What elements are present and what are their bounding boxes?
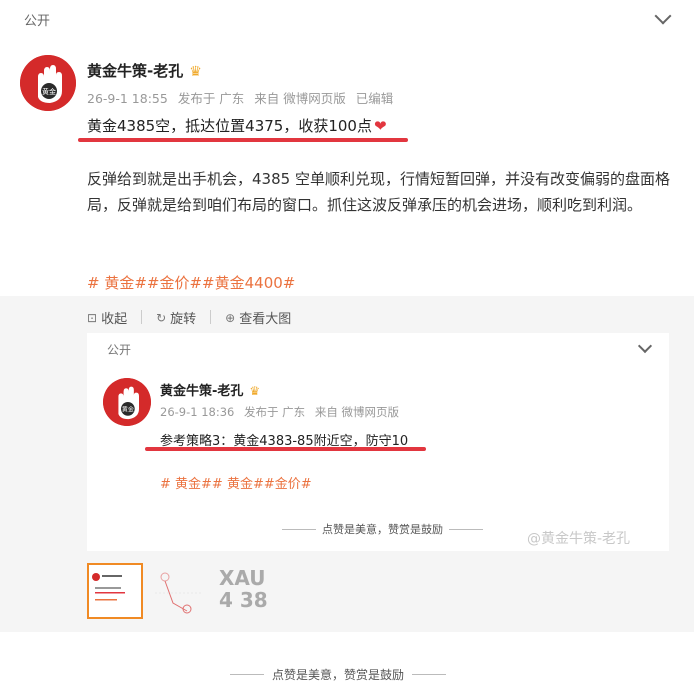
repost-tags: # 黄金## 黄金##金价#: [160, 477, 312, 492]
repost-avatar: 黄金: [103, 378, 151, 426]
collapse-icon: ⊡: [87, 310, 98, 325]
repost-timestamp: 26-9-1 18:36: [160, 405, 235, 419]
rotate-icon: ↻: [156, 310, 167, 325]
repost-author-text[interactable]: 黄金牛策-老孔: [160, 384, 243, 399]
post-tags[interactable]: # 黄金##金价##黄金4400#: [87, 272, 295, 293]
repost-like-text: 点赞是美意，赞赏是鼓励: [322, 523, 443, 536]
location: 发布于 广东: [177, 91, 245, 106]
collapse-label: 收起: [101, 312, 128, 327]
post-header-bar: 公开: [0, 0, 694, 38]
avatar-text: 黄金: [42, 87, 56, 96]
repost-like-line: 点赞是美意，赞赏是鼓励: [282, 521, 483, 537]
divider: [230, 674, 264, 675]
collapse-button[interactable]: ⊡ 收起: [87, 308, 128, 328]
divider: [210, 310, 212, 324]
watermark: @黄金牛策-老孔: [527, 531, 631, 547]
divider: [141, 310, 143, 324]
timestamp[interactable]: 26-9-1 18:55: [87, 91, 168, 106]
headline-text: 黄金4385空，抵达位置4375，收获100点: [87, 117, 372, 135]
crown-icon: ♛: [249, 384, 261, 398]
crown-icon: ♛: [189, 64, 202, 80]
source: 来自 微博网页版: [254, 91, 346, 106]
chevron-down-icon[interactable]: [637, 338, 653, 354]
repost-author[interactable]: 黄金牛策-老孔 ♛: [160, 380, 260, 399]
red-underline: [145, 447, 426, 451]
media-actions: ⊡ 收起 ↻ 旋转 ⊕ 查看大图: [87, 308, 291, 327]
thumb-chart[interactable]: [151, 563, 207, 619]
author-name[interactable]: 黄金牛策-老孔 ♛: [87, 60, 202, 81]
divider: [412, 674, 447, 675]
zoom-icon: ⊕: [225, 310, 236, 325]
divider: [282, 528, 316, 530]
rotate-label: 旋转: [170, 312, 197, 327]
view-large-button[interactable]: ⊕ 查看大图: [225, 308, 292, 328]
thumbnail-strip: XAU 4 38: [87, 563, 271, 619]
footer-like-text: 点赞是美意，赞赏是鼓励: [272, 668, 405, 682]
rotate-button[interactable]: ↻ 旋转: [156, 308, 197, 328]
edited-label: 已编辑: [355, 91, 394, 106]
repost-location: 发布于 广东: [244, 405, 306, 419]
footer-like-line: 点赞是美意，赞赏是鼓励: [230, 666, 447, 683]
thumb-xau[interactable]: XAU 4 38: [215, 563, 271, 619]
repost-visibility: 公开: [107, 343, 132, 357]
red-underline: [78, 138, 408, 142]
post-meta: 26-9-1 18:55 发布于 广东 来自 微博网页版 已编辑: [87, 88, 399, 107]
thumb-repost-card[interactable]: [87, 563, 143, 619]
post-headline: 黄金4385空，抵达位置4375，收获100点 ❤: [87, 115, 387, 136]
post-body: 反弹给到就是出手机会，4385 空单顺利兑现，行情短暂回弹，并没有改变偏弱的盘面…: [87, 170, 670, 214]
repost-card[interactable]: 公开 黄金牛策-老孔 ♛ 26-9-1 18:36 发布于 广东 来自 微博网页版…: [87, 333, 669, 551]
heart-icon: ❤: [373, 117, 387, 135]
author-name-text[interactable]: 黄金牛策-老孔: [87, 62, 183, 80]
visibility-label: 公开: [24, 14, 51, 29]
divider: [449, 528, 483, 530]
view-large-label: 查看大图: [239, 312, 292, 327]
repost-meta: 26-9-1 18:36 发布于 广东 来自 微博网页版: [160, 404, 405, 420]
repost-source: 来自 微博网页版: [314, 405, 399, 419]
avatar[interactable]: 黄金: [20, 55, 76, 111]
avatar-text: 黄金: [122, 405, 134, 413]
chevron-down-icon[interactable]: [654, 7, 672, 25]
